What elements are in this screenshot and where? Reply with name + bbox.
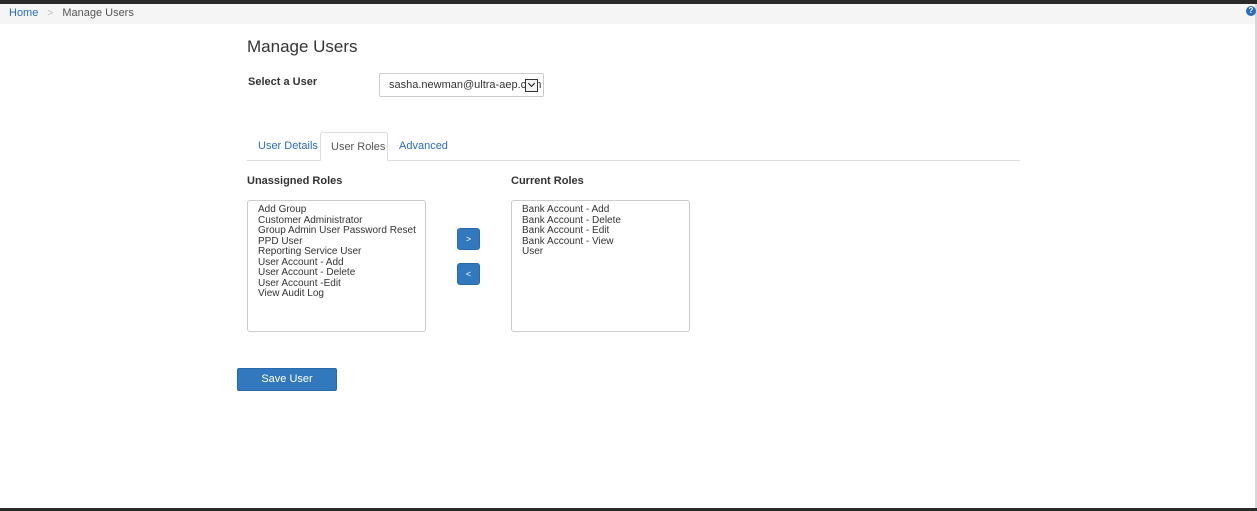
unassigned-role-item[interactable]: Reporting Service User: [258, 246, 425, 258]
tab-advanced[interactable]: Advanced: [389, 132, 458, 161]
breadcrumb-separator: >: [47, 8, 54, 19]
breadcrumb-bar: Home > Manage Users: [0, 4, 1255, 24]
add-role-button[interactable]: >: [457, 228, 480, 250]
remove-role-button[interactable]: <: [457, 263, 480, 285]
unassigned-roles-list[interactable]: Add Group Customer Administrator Group A…: [247, 200, 426, 332]
current-role-item[interactable]: Bank Account - Add: [522, 204, 689, 216]
breadcrumb-home-link[interactable]: Home: [9, 7, 38, 19]
current-role-item[interactable]: Bank Account - Edit: [522, 225, 689, 237]
current-roles-label: Current Roles: [511, 175, 584, 187]
unassigned-role-item[interactable]: User Account - Delete: [258, 267, 425, 279]
breadcrumb: Home > Manage Users: [9, 7, 134, 20]
breadcrumb-current: Manage Users: [62, 7, 134, 19]
chevron-down-icon[interactable]: [525, 79, 538, 92]
unassigned-role-item[interactable]: Add Group: [258, 204, 425, 216]
user-select-value: sasha.newman@ultra-aep.com: [389, 79, 542, 91]
current-role-item[interactable]: User: [522, 246, 689, 258]
help-icon[interactable]: ?: [1246, 6, 1256, 16]
unassigned-role-item[interactable]: View Audit Log: [258, 288, 425, 300]
page-title: Manage Users: [247, 37, 358, 56]
save-user-button[interactable]: Save User: [237, 368, 337, 391]
unassigned-role-item[interactable]: Group Admin User Password Reset: [258, 225, 425, 237]
tab-user-roles[interactable]: User Roles: [320, 132, 388, 161]
unassigned-roles-label: Unassigned Roles: [247, 175, 343, 187]
current-roles-list[interactable]: Bank Account - Add Bank Account - Delete…: [511, 200, 690, 332]
select-user-label: Select a User: [248, 76, 318, 88]
tab-bar: User Details User Roles Advanced: [247, 132, 1020, 161]
current-role-item[interactable]: Bank Account - View: [522, 236, 689, 248]
user-select[interactable]: sasha.newman@ultra-aep.com: [379, 73, 544, 97]
tab-user-details[interactable]: User Details: [248, 132, 328, 161]
